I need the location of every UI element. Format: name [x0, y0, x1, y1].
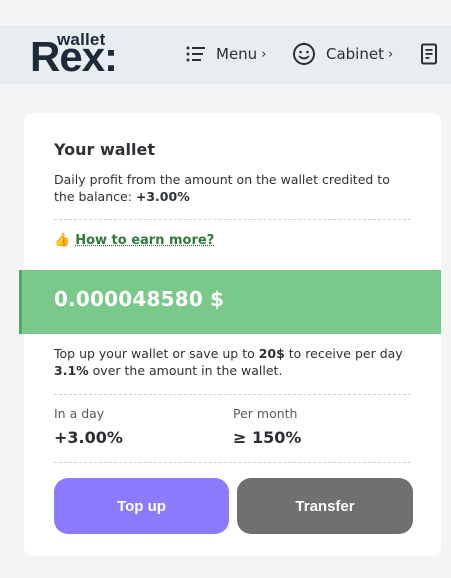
menu-label: Menu: [216, 45, 258, 63]
balance-bar: 0.000048580 $: [19, 270, 441, 334]
topup-info-rate: 3.1%: [54, 363, 89, 378]
list-icon: [186, 46, 205, 62]
transfer-button[interactable]: Transfer: [237, 478, 413, 534]
description-text: Daily profit from the amount on the wall…: [54, 172, 390, 204]
chevron-right-icon: ›: [387, 46, 394, 62]
document-button[interactable]: [419, 43, 439, 65]
topup-info-suffix: over the amount in the wallet.: [88, 363, 283, 378]
wallet-description: Daily profit from the amount on the wall…: [54, 171, 414, 205]
month-profit-label: Per month: [233, 406, 298, 421]
topup-info-amount: 20$: [258, 346, 285, 361]
top-up-button[interactable]: Top up: [54, 478, 229, 534]
day-profit-value: +3.00%: [54, 428, 123, 447]
cabinet-label: Cabinet: [326, 45, 384, 63]
wallet-title: Your wallet: [54, 140, 156, 159]
wallet-balance: 0.000048580 $: [54, 287, 225, 311]
divider: [54, 219, 411, 220]
description-rate: +3.00%: [135, 189, 190, 204]
earn-more-text[interactable]: How to earn more?: [75, 233, 214, 248]
menu-nav-button[interactable]: Menu ›: [186, 42, 266, 66]
month-profit-value: ≥ 150%: [233, 428, 302, 447]
wallet-rex-logo[interactable]: wallet Rex:: [30, 30, 120, 80]
smile-face-icon: [293, 42, 315, 65]
topup-info: Top up your wallet or save up to 20$ to …: [54, 345, 416, 379]
logo-rex-text: Rex:: [30, 33, 118, 80]
thumbs-up-icon: 👍: [54, 233, 71, 248]
wallet-card: Your wallet Daily profit from the amount…: [19, 113, 441, 556]
divider: [54, 394, 411, 395]
earn-more-link[interactable]: 👍 How to earn more?: [54, 233, 214, 248]
top-header: wallet Rex: Menu › Cabinet ›: [0, 25, 451, 84]
day-profit-label: In a day: [54, 406, 105, 421]
topup-info-middle: to receive per day: [284, 346, 403, 361]
chevron-right-icon: ›: [261, 46, 267, 62]
cabinet-nav-button[interactable]: Cabinet ›: [292, 42, 393, 66]
topup-info-prefix: Top up your wallet or save up to: [54, 346, 259, 361]
divider: [54, 462, 411, 463]
document-icon: [421, 43, 437, 65]
